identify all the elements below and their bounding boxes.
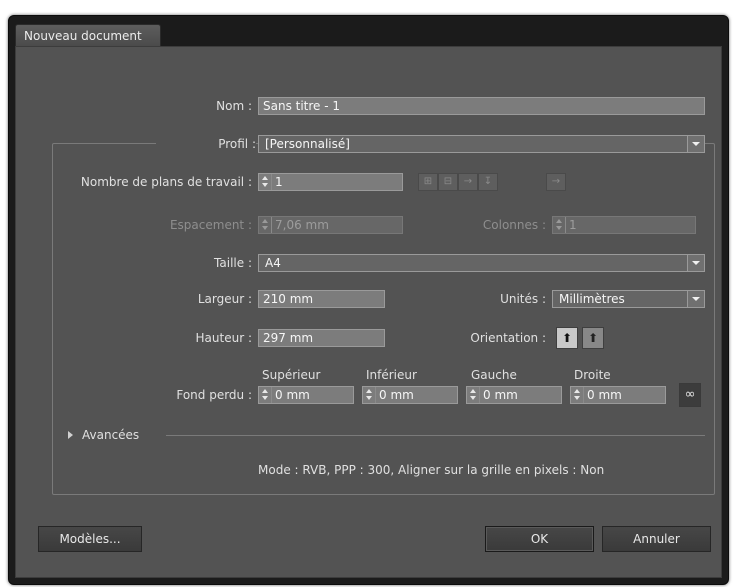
arrange-by-column-icon[interactable]: ↧	[478, 173, 498, 191]
stepper-arrows-icon[interactable]	[259, 387, 272, 403]
units-label: Unités :	[500, 292, 546, 306]
bleed-right-value: 0 mm	[587, 388, 622, 402]
orientation-label: Orientation :	[470, 331, 546, 345]
profile-label: Profil :	[156, 135, 256, 153]
bleed-top-value: 0 mm	[275, 388, 310, 402]
width-value: 210 mm	[263, 292, 314, 306]
bleed-right-label: Droite	[574, 368, 611, 382]
advanced-divider	[166, 435, 705, 436]
bleed-left-label: Gauche	[471, 368, 517, 382]
units-value: Millimètres	[559, 292, 625, 306]
cancel-button[interactable]: Annuler	[602, 526, 711, 552]
stepper-arrows-icon[interactable]	[571, 387, 584, 403]
bleed-bottom-label: Inférieur	[366, 368, 417, 382]
ok-button[interactable]: OK	[485, 526, 594, 552]
new-document-dialog: Nouveau document Nom : Sans titre - 1 Pr…	[8, 15, 729, 585]
chevron-down-icon	[687, 136, 704, 152]
profile-value: [Personnalisé]	[265, 137, 350, 151]
right-to-left-icon[interactable]: →	[546, 173, 566, 191]
height-label: Hauteur :	[195, 331, 252, 345]
size-label: Taille :	[214, 256, 252, 270]
artboards-stepper[interactable]: 1	[258, 173, 403, 191]
stepper-arrows-icon[interactable]	[363, 387, 376, 403]
chevron-down-icon	[687, 255, 704, 271]
height-input[interactable]: 297 mm	[258, 329, 385, 347]
name-input[interactable]: Sans titre - 1	[258, 97, 705, 115]
grid-by-column-icon[interactable]: ⊟	[438, 173, 458, 191]
arrange-by-row-icon[interactable]: →	[458, 173, 478, 191]
name-value: Sans titre - 1	[263, 99, 341, 113]
spacing-label: Espacement :	[169, 218, 252, 232]
artboards-label: Nombre de plans de travail :	[80, 175, 252, 189]
link-icon[interactable]: ∞	[679, 383, 701, 407]
spacing-value: 7,06 mm	[275, 218, 329, 232]
dialog-content: Nom : Sans titre - 1 Profil : [Personnal…	[15, 46, 722, 578]
bleed-bottom-stepper[interactable]: 0 mm	[362, 386, 458, 404]
width-input[interactable]: 210 mm	[258, 290, 385, 308]
stepper-arrows-icon[interactable]	[467, 387, 480, 403]
templates-button[interactable]: Modèles...	[38, 526, 142, 552]
name-label: Nom :	[216, 99, 252, 113]
stepper-arrows-icon[interactable]	[259, 174, 272, 190]
stepper-arrows-icon[interactable]	[553, 217, 566, 233]
document-info-text: Mode : RVB, PPP : 300, Aligner sur la gr…	[258, 463, 605, 477]
size-value: A4	[265, 256, 281, 270]
chevron-down-icon	[687, 291, 704, 307]
profile-group-box	[52, 143, 715, 495]
spacing-stepper[interactable]: 7,06 mm	[258, 216, 403, 234]
columns-value: 1	[569, 218, 577, 232]
units-select[interactable]: Millimètres	[552, 290, 705, 308]
height-value: 297 mm	[263, 331, 314, 345]
title-bar[interactable]: Nouveau document	[9, 16, 728, 47]
disclosure-triangle-icon[interactable]	[68, 431, 73, 439]
window-title: Nouveau document	[15, 24, 161, 47]
profile-select[interactable]: [Personnalisé]	[258, 135, 705, 153]
width-label: Largeur :	[197, 292, 252, 306]
portrait-orientation-icon[interactable]: ⬆	[556, 327, 578, 349]
columns-stepper[interactable]: 1	[552, 216, 696, 234]
artboards-value: 1	[275, 175, 283, 189]
size-select[interactable]: A4	[258, 254, 705, 272]
grid-by-row-icon[interactable]: ⊞	[418, 173, 438, 191]
landscape-orientation-icon[interactable]: ⬆	[582, 327, 604, 349]
bleed-top-stepper[interactable]: 0 mm	[258, 386, 354, 404]
bleed-right-stepper[interactable]: 0 mm	[570, 386, 666, 404]
bleed-label: Fond perdu :	[176, 388, 252, 402]
advanced-toggle[interactable]: Avancées	[82, 426, 139, 444]
bleed-left-stepper[interactable]: 0 mm	[466, 386, 562, 404]
bleed-left-value: 0 mm	[483, 388, 518, 402]
bleed-top-label: Supérieur	[262, 368, 321, 382]
stepper-arrows-icon[interactable]	[259, 217, 272, 233]
columns-label: Colonnes :	[482, 218, 546, 232]
bleed-bottom-value: 0 mm	[379, 388, 414, 402]
